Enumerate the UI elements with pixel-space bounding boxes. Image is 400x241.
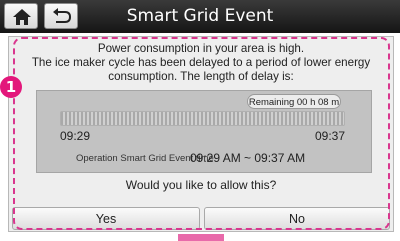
- message-line-3: consumption. The length of delay is:: [108, 70, 294, 83]
- page-title: Smart Grid Event: [126, 6, 274, 26]
- allow-question: Would you like to allow this?: [125, 178, 277, 192]
- end-time-label: 09:37: [314, 129, 345, 143]
- scroll-indicator: [178, 234, 224, 241]
- message-line-2: The ice maker cycle has been delayed to …: [31, 56, 371, 69]
- smart-grid-event-screen: Smart Grid Event Power consumption in yo…: [0, 0, 400, 241]
- back-arrow-icon: [53, 8, 72, 23]
- delay-progress-bar: [60, 111, 345, 126]
- home-icon: [13, 9, 31, 25]
- yes-button[interactable]: Yes: [12, 207, 200, 230]
- remaining-time-badge: Remaining 00 h 08 m: [247, 94, 341, 109]
- title-bar: Smart Grid Event: [0, 0, 400, 33]
- callout-number-badge: 1: [0, 76, 22, 98]
- no-button[interactable]: No: [204, 207, 390, 230]
- back-button[interactable]: [44, 3, 78, 29]
- home-button[interactable]: [4, 3, 38, 29]
- popup-message: Power consumption in your area is high. …: [20, 42, 382, 84]
- message-line-1: Power consumption in your area is high.: [97, 42, 305, 55]
- start-time-label: 09:29: [60, 129, 91, 143]
- operation-time-value: 09:29 AM ~ 09:37 AM: [190, 151, 306, 165]
